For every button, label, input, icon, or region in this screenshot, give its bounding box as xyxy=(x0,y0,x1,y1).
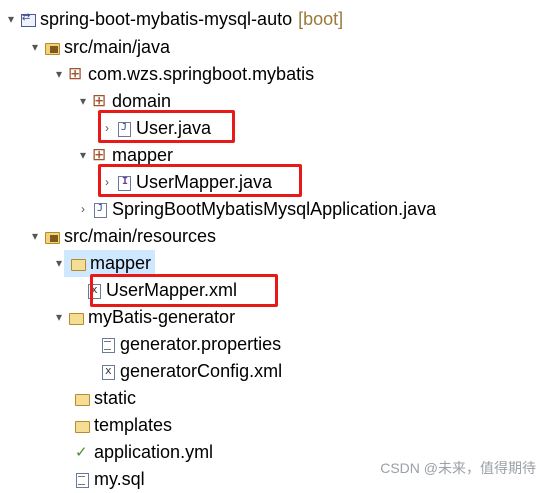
yaml-file-icon xyxy=(74,443,90,461)
tree-row-mybatis-generator[interactable]: ▾ myBatis-generator xyxy=(52,304,235,331)
chevron-down-icon[interactable]: ▾ xyxy=(4,6,18,33)
tree-label: src/main/resources xyxy=(64,226,217,246)
package-icon xyxy=(68,64,84,84)
highlight-box xyxy=(98,110,235,143)
xml-file-icon xyxy=(100,364,116,380)
tree-row-my-sql[interactable]: my.sql xyxy=(72,466,145,493)
tree-row-package[interactable]: ▾ com.wzs.springboot.mybatis xyxy=(52,61,314,88)
tree-row-src-main-java[interactable]: ▾ src/main/java xyxy=(28,34,170,61)
tree-row-src-main-resources[interactable]: ▾ src/main/resources xyxy=(28,223,216,250)
chevron-down-icon[interactable]: ▾ xyxy=(52,61,66,88)
tree-label: application.yml xyxy=(94,442,214,462)
tree-row-generator-config[interactable]: generatorConfig.xml xyxy=(98,358,282,385)
folder-icon xyxy=(74,418,90,434)
chevron-down-icon[interactable]: ▾ xyxy=(76,142,90,169)
chevron-down-icon[interactable]: ▾ xyxy=(76,88,90,115)
tree-label: src/main/java xyxy=(64,37,171,57)
selection-highlight: mapper xyxy=(64,250,156,277)
java-file-icon xyxy=(92,202,108,218)
chevron-down-icon[interactable]: ▾ xyxy=(52,304,66,331)
tree-row-application-yml[interactable]: application.yml xyxy=(72,439,213,466)
tree-row-generator-properties[interactable]: generator.properties xyxy=(98,331,281,358)
tree-row-static[interactable]: static xyxy=(72,385,136,412)
project-icon xyxy=(20,12,36,28)
tree-label: com.wzs.springboot.mybatis xyxy=(88,64,315,84)
text-file-icon xyxy=(100,337,116,353)
folder-icon xyxy=(70,256,86,272)
project-tag: [boot] xyxy=(298,9,344,29)
chevron-down-icon[interactable]: ▾ xyxy=(28,223,42,250)
tree-label: generator.properties xyxy=(120,334,282,354)
tree-label: static xyxy=(94,388,137,408)
source-folder-icon xyxy=(44,229,60,245)
tree-label: mapper xyxy=(90,253,152,273)
folder-icon xyxy=(68,310,84,326)
tree-label: SpringBootMybatisMysqlApplication.java xyxy=(112,199,437,219)
tree-row-project[interactable]: ▾ spring-boot-mybatis-mysql-auto [boot] xyxy=(4,6,343,33)
highlight-box xyxy=(90,274,278,307)
tree-label: my.sql xyxy=(94,469,145,489)
tree-row-templates[interactable]: templates xyxy=(72,412,172,439)
chevron-right-icon[interactable]: › xyxy=(76,196,90,223)
tree-row-application-java[interactable]: › SpringBootMybatisMysqlApplication.java xyxy=(76,196,436,223)
highlight-box xyxy=(98,164,302,197)
package-icon xyxy=(92,145,108,165)
tree-label: generatorConfig.xml xyxy=(120,361,283,381)
tree-label: myBatis-generator xyxy=(88,307,236,327)
sql-file-icon xyxy=(74,472,90,488)
folder-icon xyxy=(74,391,90,407)
package-icon xyxy=(92,91,108,111)
source-folder-icon xyxy=(44,40,60,56)
watermark: CSDN @未来，值得期待 xyxy=(380,460,536,476)
chevron-down-icon[interactable]: ▾ xyxy=(28,34,42,61)
tree-row-mapper-folder[interactable]: ▾ mapper xyxy=(52,250,156,277)
tree-label: templates xyxy=(94,415,173,435)
project-name: spring-boot-mybatis-mysql-auto xyxy=(40,9,293,29)
